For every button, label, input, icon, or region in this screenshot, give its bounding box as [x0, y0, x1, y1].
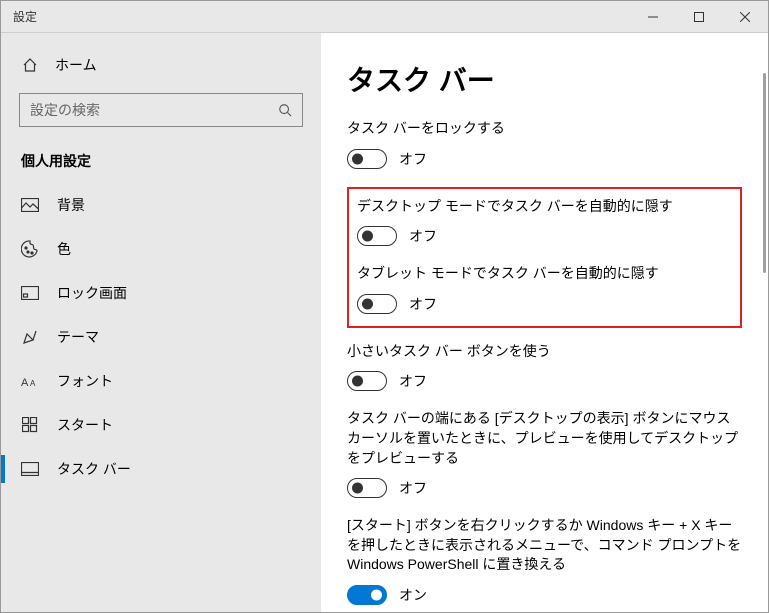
minimize-button[interactable]: [630, 1, 676, 33]
toggle-powershell-replace[interactable]: [347, 585, 387, 605]
toggle-state: オフ: [399, 478, 427, 498]
sidebar-item-lockscreen[interactable]: ロック画面: [1, 271, 321, 315]
highlight-annotation: デスクトップ モードでタスク バーを自動的に隠す オフ タブレット モードでタス…: [347, 187, 742, 328]
lockscreen-icon: [21, 284, 39, 302]
home-icon: [21, 57, 39, 73]
sidebar-item-label: 背景: [57, 195, 85, 215]
sidebar-item-label: タスク バー: [57, 459, 131, 479]
setting-small-buttons: 小さいタスク バー ボタンを使う オフ: [347, 342, 742, 392]
setting-peek-desktop: タスク バーの端にある [デスクトップの表示] ボタンにマウス カーソルを置いた…: [347, 409, 742, 498]
svg-text:A: A: [30, 379, 36, 388]
toggle-state: オフ: [399, 371, 427, 391]
sidebar-item-label: スタート: [57, 415, 113, 435]
settings-window: 設定 ホーム: [0, 0, 769, 613]
setting-powershell-replace: [スタート] ボタンを右クリックするか Windows キー + X キーを押し…: [347, 516, 742, 605]
setting-label: タスク バーの端にある [デスクトップの表示] ボタンにマウス カーソルを置いた…: [347, 409, 742, 468]
theme-icon: [21, 328, 39, 346]
body-area: ホーム 個人用設定 背景: [1, 33, 768, 612]
toggle-autohide-desktop[interactable]: [357, 226, 397, 246]
nav-list: 背景 色 ロック画面: [1, 183, 321, 491]
toggle-autohide-tablet[interactable]: [357, 294, 397, 314]
sidebar-item-label: テーマ: [57, 327, 99, 347]
search-input[interactable]: [20, 102, 268, 118]
search-box[interactable]: [19, 93, 303, 127]
setting-label: 小さいタスク バー ボタンを使う: [347, 342, 742, 362]
page-title: タスク バー: [347, 59, 742, 99]
window-controls: [630, 1, 768, 33]
home-label: ホーム: [55, 55, 97, 75]
maximize-button[interactable]: [676, 1, 722, 33]
sidebar-item-themes[interactable]: テーマ: [1, 315, 321, 359]
svg-text:A: A: [21, 377, 29, 388]
window-title: 設定: [1, 8, 630, 25]
setting-label: [スタート] ボタンを右クリックするか Windows キー + X キーを押し…: [347, 516, 742, 575]
toggle-state: オフ: [399, 149, 427, 169]
section-label: 個人用設定: [1, 145, 321, 183]
setting-autohide-desktop: デスクトップ モードでタスク バーを自動的に隠す オフ: [357, 197, 728, 247]
toggle-small-buttons[interactable]: [347, 371, 387, 391]
sidebar-item-colors[interactable]: 色: [1, 227, 321, 271]
sidebar-item-background[interactable]: 背景: [1, 183, 321, 227]
home-link[interactable]: ホーム: [1, 47, 321, 83]
sidebar-item-taskbar[interactable]: タスク バー: [1, 447, 321, 491]
setting-label: デスクトップ モードでタスク バーを自動的に隠す: [357, 197, 728, 217]
close-button[interactable]: [722, 1, 768, 33]
palette-icon: [21, 240, 39, 258]
picture-icon: [21, 196, 39, 214]
toggle-state: オフ: [409, 294, 437, 314]
toggle-lock-taskbar[interactable]: [347, 149, 387, 169]
setting-label: タブレット モードでタスク バーを自動的に隠す: [357, 264, 728, 284]
setting-autohide-tablet: タブレット モードでタスク バーを自動的に隠す オフ: [357, 264, 728, 314]
search-icon[interactable]: [268, 103, 302, 117]
titlebar: 設定: [1, 1, 768, 33]
toggle-state: オン: [399, 585, 427, 605]
sidebar-item-fonts[interactable]: AA フォント: [1, 359, 321, 403]
content-pane: タスク バー タスク バーをロックする オフ デスクトップ モードでタスク バー…: [321, 33, 768, 612]
sidebar: ホーム 個人用設定 背景: [1, 33, 321, 612]
toggle-state: オフ: [409, 226, 437, 246]
scrollbar-thumb[interactable]: [763, 73, 766, 273]
start-icon: [21, 416, 39, 434]
sidebar-item-label: 色: [57, 239, 71, 259]
sidebar-item-start[interactable]: スタート: [1, 403, 321, 447]
setting-lock-taskbar: タスク バーをロックする オフ: [347, 119, 742, 169]
toggle-peek-desktop[interactable]: [347, 478, 387, 498]
sidebar-item-label: フォント: [57, 371, 113, 391]
taskbar-icon: [21, 460, 39, 478]
setting-label: タスク バーをロックする: [347, 119, 742, 139]
font-icon: AA: [21, 372, 39, 390]
sidebar-item-label: ロック画面: [57, 283, 127, 303]
